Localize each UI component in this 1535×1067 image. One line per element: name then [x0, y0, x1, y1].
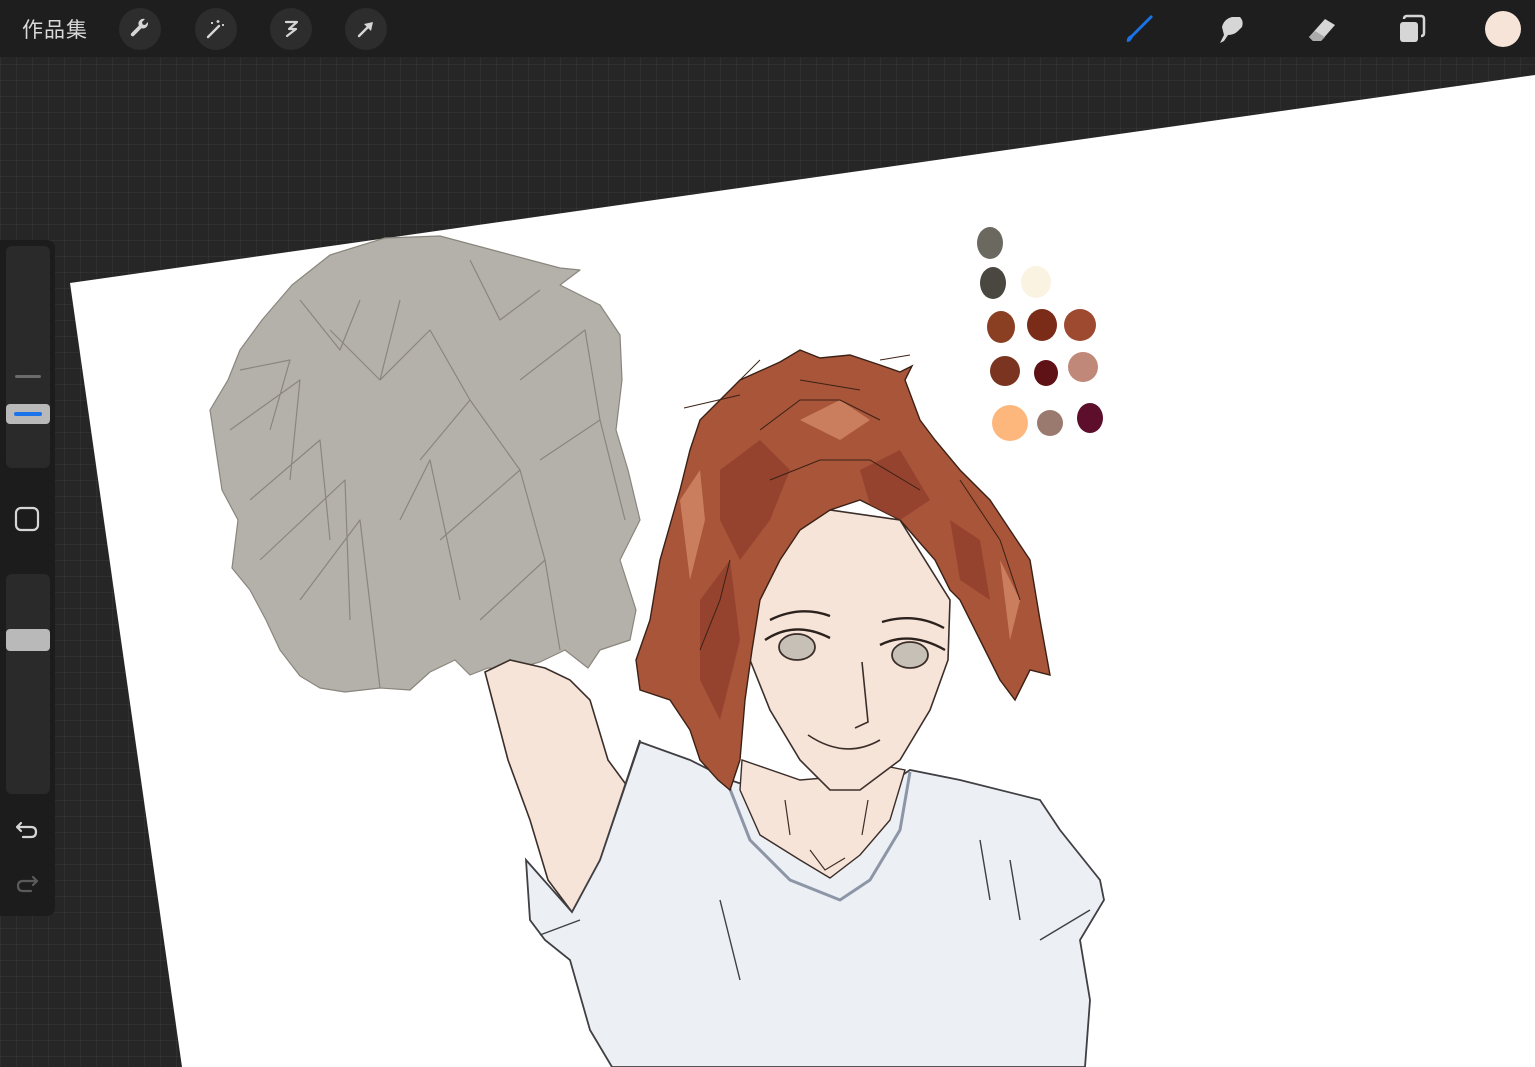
brush-size-indicator: [14, 412, 42, 416]
actions-button[interactable]: [119, 8, 161, 50]
slider-marker: [15, 375, 41, 378]
brush-icon: [1126, 15, 1153, 42]
undo-icon: [15, 821, 38, 839]
smudge-tool-button[interactable]: [1209, 8, 1251, 50]
brush-size-slider[interactable]: [6, 246, 50, 468]
brush-tool-button[interactable]: [1118, 8, 1160, 50]
selection-button[interactable]: [270, 8, 312, 50]
adjustments-button[interactable]: [195, 8, 237, 50]
eraser-icon: [1309, 19, 1335, 41]
opacity-handle[interactable]: [6, 629, 50, 651]
drawing-canvas[interactable]: [0, 0, 1535, 1067]
gallery-button[interactable]: 作品集: [22, 14, 88, 44]
wrench-icon: [130, 18, 149, 37]
square-icon: [14, 506, 40, 532]
eraser-tool-button[interactable]: [1300, 8, 1342, 50]
redo-button[interactable]: [12, 867, 42, 897]
modify-button[interactable]: [12, 504, 42, 534]
layers-icon: [1400, 14, 1426, 42]
transform-arrow-icon: [357, 22, 373, 38]
top-toolbar: 作品集: [0, 0, 1535, 57]
opacity-slider[interactable]: [6, 574, 50, 794]
undo-button[interactable]: [12, 813, 42, 843]
left-sidebar: [0, 240, 55, 916]
transform-button[interactable]: [345, 8, 387, 50]
redo-icon: [16, 875, 39, 893]
selection-icon: [284, 20, 299, 38]
procreate-app: 作品集: [0, 0, 1535, 1067]
layers-button[interactable]: [1391, 8, 1433, 50]
magic-wand-icon: [206, 20, 224, 39]
brush-size-handle[interactable]: [6, 404, 50, 424]
color-picker-button[interactable]: [1485, 11, 1521, 47]
smudge-icon: [1220, 17, 1243, 43]
